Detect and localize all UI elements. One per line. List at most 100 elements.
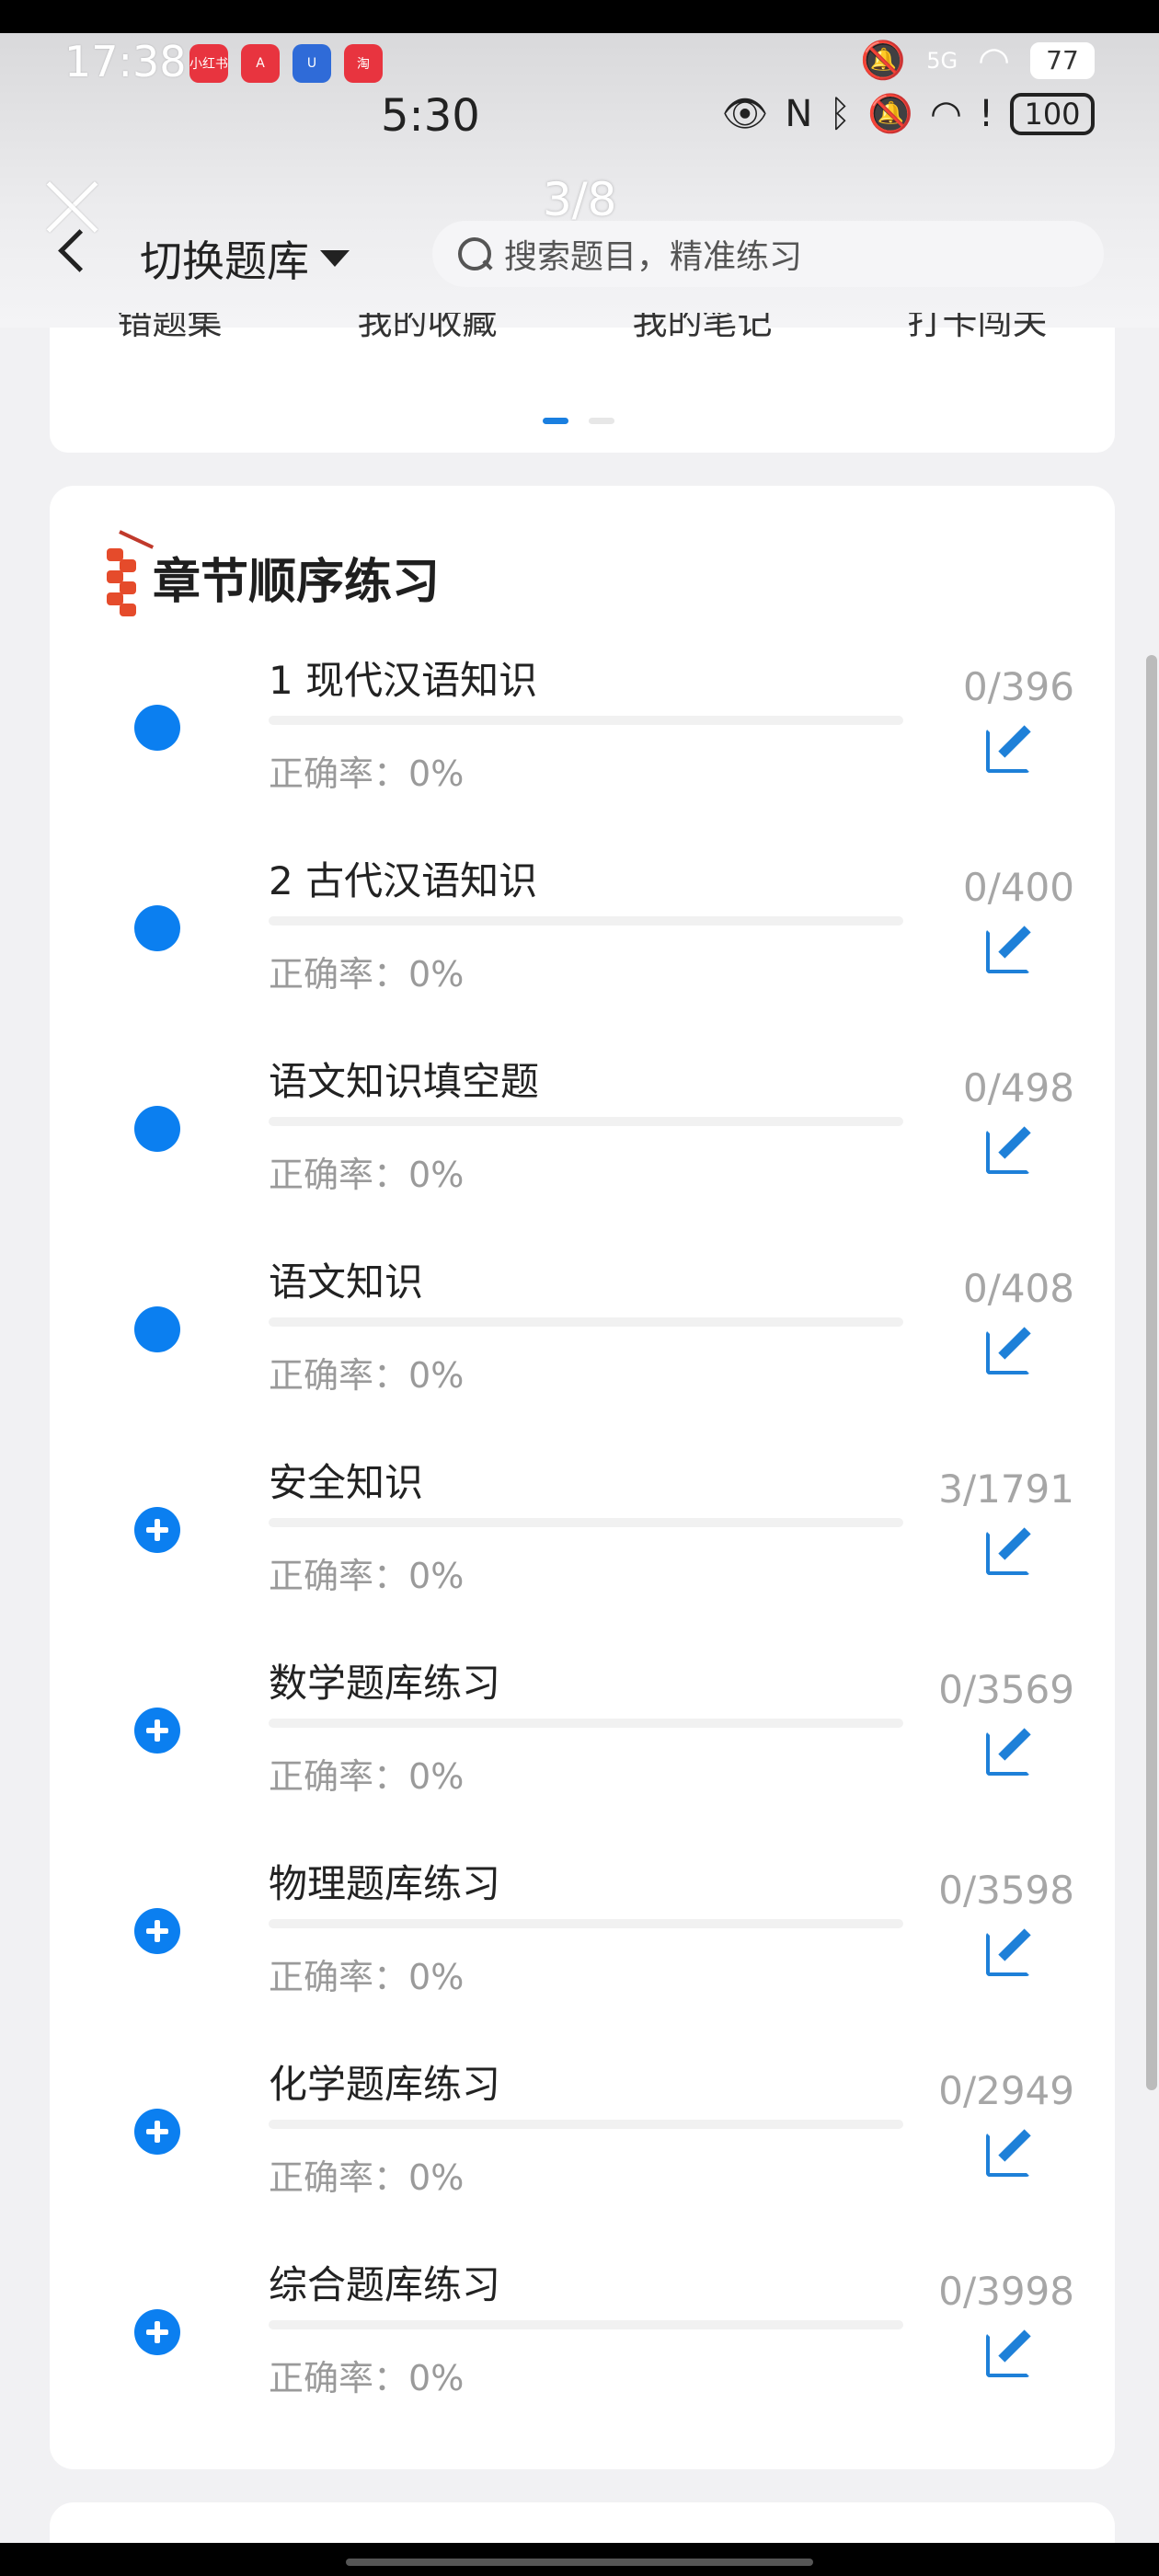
question-count: 0/3998 <box>938 2269 1074 2314</box>
chapter-row-title: 2 古代汉语知识 <box>269 858 538 903</box>
chapter-row[interactable]: 语文知识填空题 正确率：0% 0/498 <box>50 1051 1115 1251</box>
chapter-row[interactable]: 化学题库练习 正确率：0% 0/2949 <box>50 2053 1115 2254</box>
edit-icon[interactable] <box>984 924 1036 975</box>
chapter-row[interactable]: 2 古代汉语知识 正确率：0% 0/400 <box>50 850 1115 1051</box>
switch-bank-button[interactable]: 切换题库 <box>140 228 350 289</box>
search-input[interactable]: 搜索题目，精准练习 <box>432 221 1104 287</box>
chapter-row[interactable]: 数学题库练习 正确率：0% 0/3569 <box>50 1652 1115 1853</box>
wifi-icon: ◠ <box>978 39 1010 82</box>
bluetooth-icon: ᛒ <box>829 92 852 135</box>
battery-icon: 77 <box>1030 41 1095 79</box>
plus-circle-icon[interactable] <box>134 1908 180 1954</box>
chapter-row-title: 数学题库练习 <box>269 1661 501 1706</box>
question-count: 0/408 <box>962 1266 1074 1311</box>
chapter-row[interactable]: 综合题库练习 正确率：0% 0/3998 <box>50 2254 1115 2455</box>
chapter-row[interactable]: 1 现代汉语知识 正确率：0% 0/396 <box>50 650 1115 850</box>
chapter-row[interactable]: 物理题库练习 正确率：0% 0/3598 <box>50 1853 1115 2053</box>
caret-down-icon <box>320 250 350 267</box>
dot-icon <box>134 1306 180 1352</box>
progress-bar <box>269 1518 903 1527</box>
accuracy-text: 正确率：0% <box>269 1355 465 1396</box>
menu-item-wrong-questions[interactable]: 错题集 <box>117 313 222 357</box>
inner-status-time: 5:30 <box>381 90 480 142</box>
search-icon <box>456 236 493 272</box>
progress-bar <box>269 1117 903 1126</box>
progress-bar <box>269 916 903 926</box>
pager-dots <box>543 418 614 424</box>
home-indicator[interactable] <box>346 2559 813 2566</box>
edit-icon[interactable] <box>984 1124 1036 1176</box>
progress-bar <box>269 1317 903 1327</box>
question-count: 0/3598 <box>938 1868 1074 1913</box>
question-count: 0/3569 <box>938 1667 1074 1712</box>
eye-icon: 👁 <box>721 93 769 135</box>
chapter-practice-card: 章节顺序练习 1 现代汉语知识 正确率：0% 0/396 2 古代汉语知识 正确… <box>50 486 1115 2469</box>
progress-bar <box>269 1919 903 1928</box>
progress-bar <box>269 716 903 725</box>
accuracy-text: 正确率：0% <box>269 1957 465 1997</box>
outer-status-bar <box>0 0 1159 33</box>
accuracy-text: 正确率：0% <box>269 1556 465 1596</box>
chapter-row-title: 物理题库练习 <box>269 1861 501 1906</box>
menu-item-notes[interactable]: 我的笔记 <box>632 313 772 357</box>
edit-icon[interactable] <box>984 1325 1036 1376</box>
question-count: 0/396 <box>962 664 1074 709</box>
signal-icon: 5G <box>926 47 958 74</box>
outer-status-indicators: 🔕 5G ◠ 77 <box>860 39 1095 82</box>
switch-bank-label: 切换题库 <box>140 236 309 286</box>
accuracy-text: 正确率：0% <box>269 1756 465 1797</box>
mute-icon: 🔕 <box>867 93 914 135</box>
plus-circle-icon[interactable] <box>134 1708 180 1754</box>
question-count: 0/498 <box>962 1065 1074 1110</box>
menu-items: 错题集 我的收藏 我的笔记 打卡闯关 <box>50 313 1115 357</box>
chapter-row-title: 语文知识 <box>269 1259 424 1305</box>
firecracker-icon <box>98 530 155 622</box>
progress-bar <box>269 1719 903 1728</box>
plus-circle-icon[interactable] <box>134 1507 180 1553</box>
wifi-icon: ◠ <box>930 92 962 135</box>
edit-icon[interactable] <box>984 723 1036 775</box>
edit-icon[interactable] <box>984 1525 1036 1577</box>
plus-circle-icon[interactable] <box>134 2309 180 2355</box>
nfc-icon: N <box>785 92 813 135</box>
progress-bar <box>269 2320 903 2329</box>
dot-icon <box>134 705 180 751</box>
edit-icon[interactable] <box>984 1726 1036 1777</box>
chapter-row-title: 综合题库练习 <box>269 2262 501 2307</box>
chapter-row[interactable]: 语文知识 正确率：0% 0/408 <box>50 1251 1115 1452</box>
pager-dot[interactable] <box>589 418 614 424</box>
question-count: 3/1791 <box>938 1466 1074 1512</box>
plus-circle-icon[interactable] <box>134 2109 180 2155</box>
dot-icon <box>134 1106 180 1152</box>
xiaohongshu-app-icon: 小红书 <box>189 44 228 83</box>
edit-icon[interactable] <box>984 1926 1036 1978</box>
accuracy-text: 正确率：0% <box>269 1155 465 1195</box>
dot-icon <box>134 905 180 951</box>
a-app-icon: A <box>241 44 280 83</box>
chapter-row[interactable]: 安全知识 正确率：0% 3/1791 <box>50 1452 1115 1652</box>
pager-dot-active[interactable] <box>543 418 568 424</box>
accuracy-text: 正确率：0% <box>269 2358 465 2398</box>
chapter-row-title: 安全知识 <box>269 1460 424 1505</box>
question-count: 0/2949 <box>938 2068 1074 2113</box>
chapter-row-title: 化学题库练习 <box>269 2062 501 2107</box>
outer-status-apps: 小红书 A U 淘 <box>189 44 383 83</box>
mute-icon: 🔕 <box>860 40 907 82</box>
accuracy-text: 正确率：0% <box>269 2157 465 2198</box>
scrollbar[interactable] <box>1146 655 1157 2090</box>
accuracy-text: 正确率：0% <box>269 954 465 995</box>
accuracy-text: 正确率：0% <box>269 753 465 794</box>
search-placeholder: 搜索题目，精准练习 <box>504 238 803 276</box>
alert-icon: ! <box>978 92 993 135</box>
menu-item-favorites[interactable]: 我的收藏 <box>357 313 497 357</box>
u-app-icon: U <box>293 44 331 83</box>
menu-item-checkin[interactable]: 打卡闯关 <box>907 313 1047 357</box>
edit-icon[interactable] <box>984 2328 1036 2379</box>
page-counter: 3/8 <box>543 173 617 226</box>
outer-status-time: 17:38 <box>64 37 187 86</box>
red-app-icon: 淘 <box>344 44 383 83</box>
edit-icon[interactable] <box>984 2127 1036 2179</box>
inner-status-indicators: 👁 N ᛒ 🔕 ◠ ! 100 <box>722 92 1095 135</box>
menu-card: 错题集 我的收藏 我的笔记 打卡闯关 <box>50 313 1115 453</box>
back-button[interactable] <box>53 223 90 278</box>
